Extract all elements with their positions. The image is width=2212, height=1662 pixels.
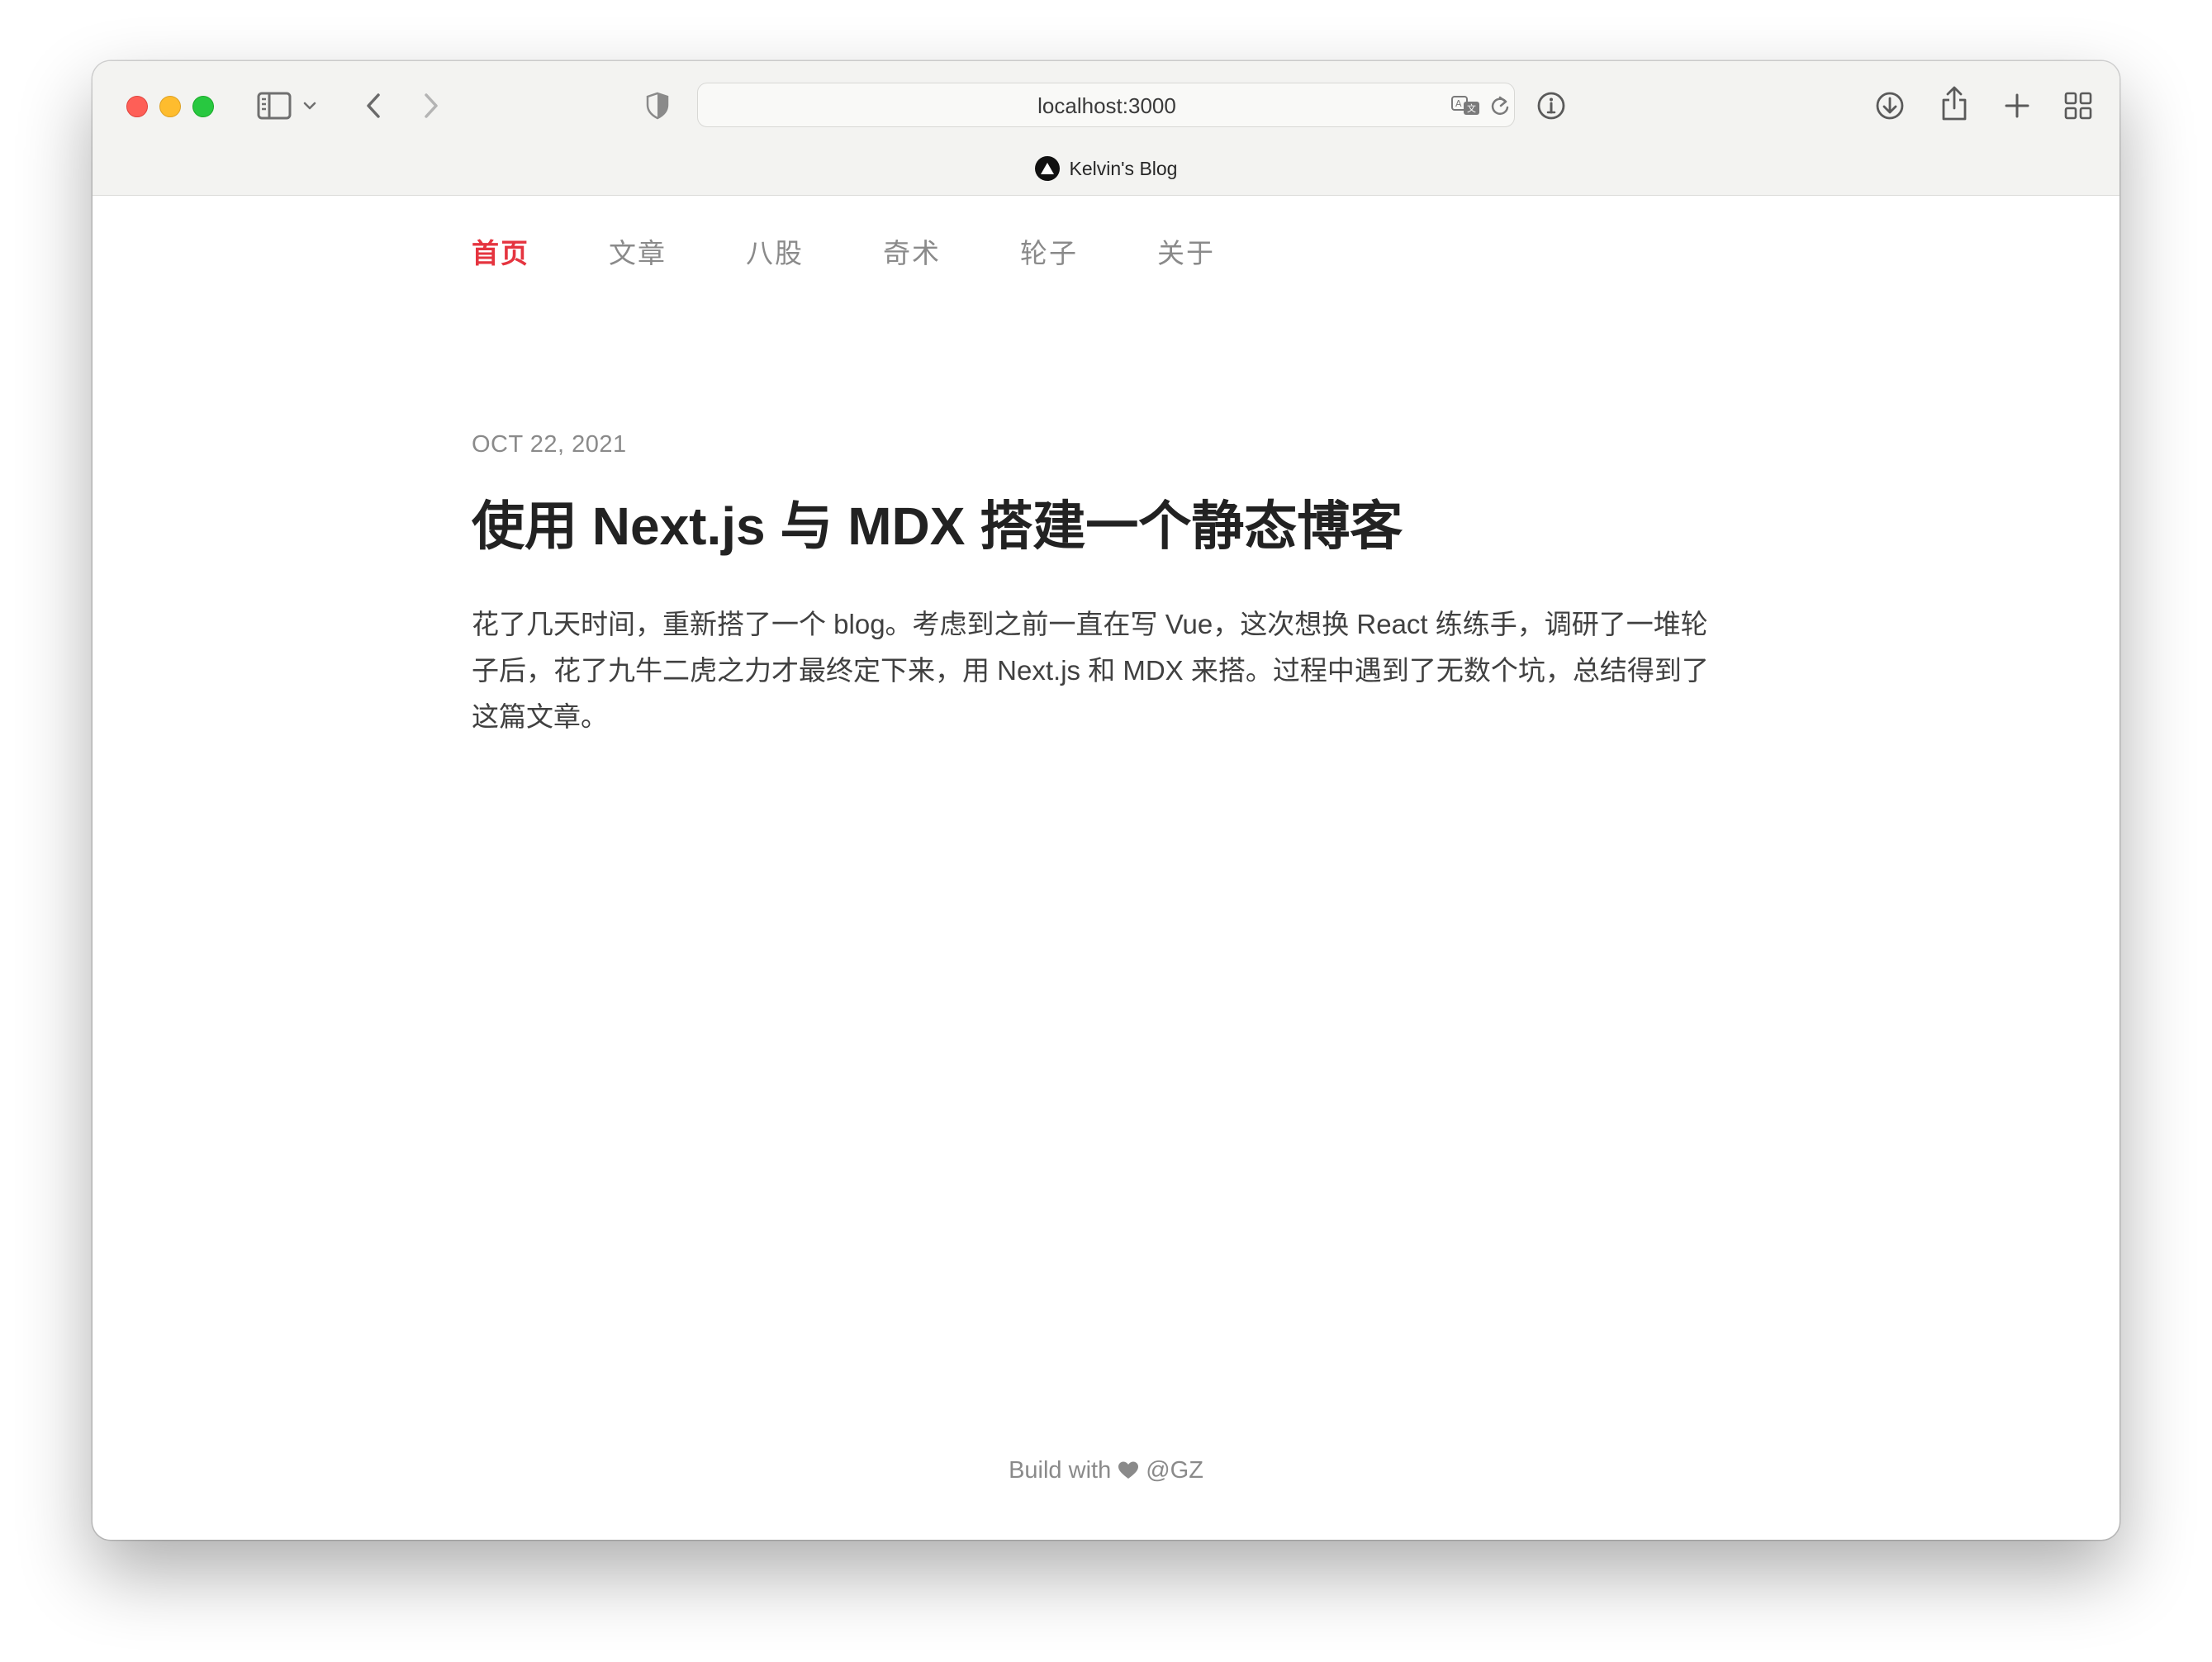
nav-item-interview[interactable]: 八股	[746, 231, 804, 271]
minimize-window-button[interactable]	[159, 96, 181, 117]
grid-icon[interactable]	[2060, 88, 2096, 124]
nav-item-articles[interactable]: 文章	[609, 231, 667, 271]
nav-item-home[interactable]: 首页	[472, 231, 529, 271]
share-icon[interactable]	[1936, 83, 1972, 124]
address-bar[interactable]: localhost:3000 A 文	[697, 83, 1515, 127]
zoom-window-button[interactable]	[192, 96, 214, 117]
nav-item-about[interactable]: 关于	[1157, 231, 1215, 271]
chevron-left-icon[interactable]	[358, 88, 388, 124]
triangle-logo-icon	[1034, 156, 1060, 181]
browser-toolbar: localhost:3000 A 文 Kelvin's Blog	[93, 61, 2119, 196]
chevron-right-icon[interactable]	[416, 88, 446, 124]
shield-icon[interactable]	[641, 89, 674, 122]
footer-prefix: Build with	[1009, 1457, 1112, 1484]
sidebar-icon[interactable]	[256, 89, 292, 122]
svg-text:文: 文	[1467, 102, 1476, 114]
info-icon[interactable]	[1533, 88, 1569, 124]
reload-icon[interactable]	[1488, 93, 1512, 118]
post-title-link[interactable]: 使用 Next.js 与 MDX 搭建一个静态博客	[472, 484, 1403, 560]
translate-icon[interactable]: A 文	[1450, 93, 1483, 118]
tab-title-text: Kelvin's Blog	[1069, 157, 1178, 179]
active-tab[interactable]: Kelvin's Blog	[93, 154, 2119, 183]
footer-author-link[interactable]: @GZ	[1146, 1457, 1203, 1484]
site-nav: 首页 文章 八股 奇术 轮子 关于	[472, 231, 1294, 271]
download-icon[interactable]	[1872, 88, 1908, 124]
post-summary: 花了几天时间，重新搭了一个 blog。考虑到之前一直在写 Vue，这次想换 Re…	[472, 609, 1709, 732]
url-text[interactable]: localhost:3000	[698, 83, 1516, 128]
plus-icon[interactable]	[1999, 88, 2035, 124]
nav-item-wheels[interactable]: 轮子	[1020, 231, 1078, 271]
post-date: OCT 22, 2021	[472, 431, 627, 458]
svg-text:A: A	[1455, 98, 1462, 109]
close-window-button[interactable]	[126, 96, 148, 117]
site-footer: Build with @GZ	[93, 1457, 2119, 1487]
browser-window: localhost:3000 A 文 Kelvin's Blog 首页 文章 八…	[93, 61, 2119, 1540]
chevron-down-icon[interactable]	[301, 97, 319, 114]
heart-icon	[1118, 1460, 1139, 1487]
nav-item-tricks[interactable]: 奇术	[883, 231, 941, 271]
